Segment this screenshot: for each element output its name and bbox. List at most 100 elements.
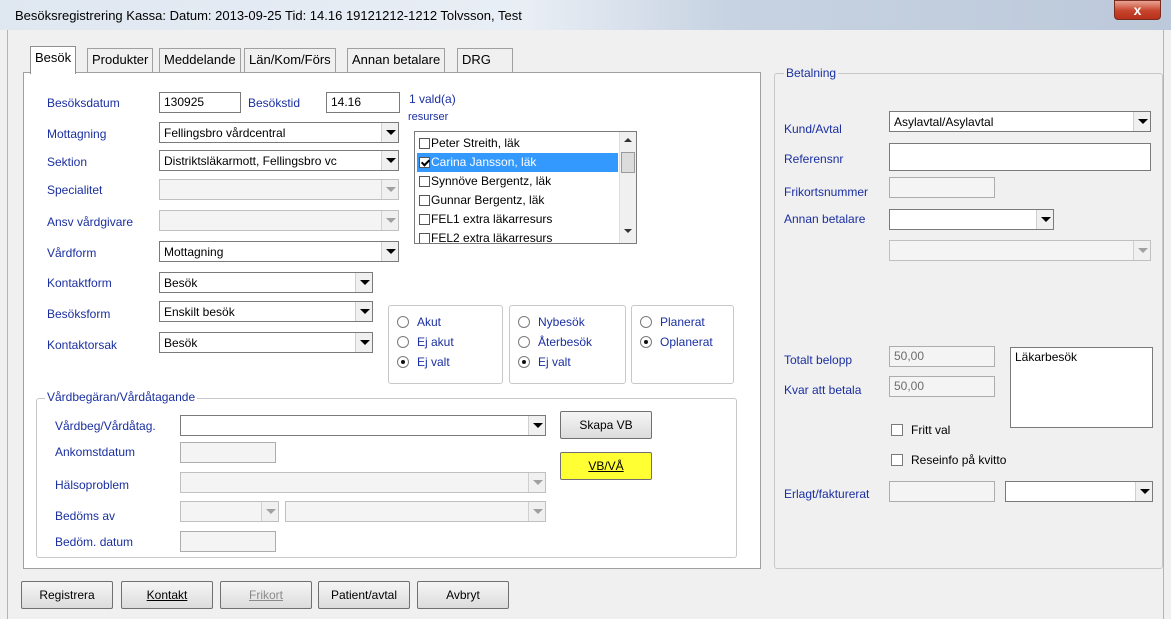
sektion-label: Sektion [47, 155, 88, 169]
dropdown-arrow-icon [528, 473, 545, 492]
radio-oplanerat[interactable]: Oplanerat [640, 335, 713, 349]
halsoproblem-select [180, 472, 546, 493]
patient-avtal-button[interactable]: Patient/avtal [318, 581, 410, 609]
radio-ej-valt-besok[interactable]: Ej valt [518, 355, 571, 369]
resurser-count-label: 1 vald(a) [409, 92, 456, 106]
kontaktorsak-select[interactable]: Besök [159, 332, 373, 353]
kontaktform-label: Kontaktform [47, 276, 112, 290]
dropdown-arrow-icon[interactable] [1036, 210, 1053, 229]
dropdown-arrow-icon[interactable] [355, 273, 372, 292]
skapa-vb-button[interactable]: Skapa VB [560, 411, 652, 439]
ankomstdatum-label: Ankomstdatum [55, 445, 136, 459]
kvitto-note-textarea[interactable]: Läkarbesök [1010, 347, 1153, 428]
dropdown-arrow-icon[interactable] [355, 333, 372, 352]
radio-icon[interactable] [518, 336, 530, 348]
radio-selected-icon[interactable] [640, 336, 652, 348]
checkbox-icon[interactable] [891, 424, 903, 436]
dropdown-arrow-icon [381, 211, 398, 230]
besoksdatum-input[interactable]: 130925 [159, 92, 241, 113]
resource-item[interactable]: Gunnar Bergentz, läk [417, 191, 618, 210]
vardbeg-label: Vårdbeg/Vårdåtag. [55, 419, 156, 433]
referensnr-input[interactable] [889, 143, 1151, 171]
kontaktform-select[interactable]: Besök [159, 272, 373, 293]
radio-icon[interactable] [397, 336, 409, 348]
besoksform-select[interactable]: Enskilt besök [159, 301, 373, 322]
besokstid-input[interactable]: 14.16 [326, 92, 400, 113]
dropdown-arrow-icon[interactable] [1133, 112, 1150, 131]
tab-lan-kom-fors[interactable]: Län/Kom/Förs [244, 48, 336, 72]
vardform-select[interactable]: Mottagning [159, 241, 399, 262]
scroll-thumb[interactable] [621, 152, 635, 173]
mottagning-label: Mottagning [47, 127, 107, 141]
radio-planerat[interactable]: Planerat [640, 315, 705, 329]
radio-icon[interactable] [397, 316, 409, 328]
vardbegaran-title: Vårdbegäran/Vårdåtagande [45, 390, 198, 404]
scroll-up-icon[interactable] [624, 138, 632, 142]
resource-label: FEL1 extra läkarresurs [431, 212, 553, 226]
checkbox-icon[interactable] [419, 233, 430, 243]
tab-drg[interactable]: DRG [457, 48, 513, 72]
radio-ej-akut[interactable]: Ej akut [397, 335, 454, 349]
resource-item[interactable]: Synnöve Bergentz, läk [417, 172, 618, 191]
radio-icon[interactable] [518, 316, 530, 328]
checkbox-icon[interactable] [419, 138, 430, 149]
referensnr-label: Referensnr [784, 152, 844, 166]
resurser-listbox[interactable]: Peter Streith, läk Carina Jansson, läk S… [414, 131, 637, 244]
resource-item[interactable]: FEL2 extra läkarresurs [417, 229, 618, 244]
reseinfo-checkbox[interactable]: Reseinfo på kvitto [891, 453, 1006, 467]
kontakt-button[interactable]: Kontakt [121, 581, 213, 609]
radio-selected-icon[interactable] [518, 356, 530, 368]
tab-besok[interactable]: Besök [30, 46, 77, 74]
mottagning-select[interactable]: Fellingsbro vårdcentral [159, 122, 399, 143]
bedoms-av-label: Bedöms av [55, 509, 116, 523]
kund-avtal-select[interactable]: Asylavtal/Asylavtal [889, 111, 1151, 132]
annan-betalare-select[interactable] [889, 209, 1054, 230]
dropdown-arrow-icon[interactable] [381, 242, 398, 261]
checkbox-icon[interactable] [419, 176, 430, 187]
radio-label: Ej valt [538, 355, 571, 369]
radio-nybesok[interactable]: Nybesök [518, 315, 585, 329]
dropdown-arrow-icon [381, 180, 398, 199]
radio-icon[interactable] [640, 316, 652, 328]
listbox-scrollbar[interactable] [619, 132, 636, 243]
dropdown-arrow-icon[interactable] [528, 416, 545, 435]
besokstid-label: Besökstid [248, 96, 301, 110]
resource-item[interactable]: Peter Streith, läk [417, 134, 618, 153]
dropdown-arrow-icon[interactable] [381, 123, 398, 142]
radio-ej-valt-akut[interactable]: Ej valt [397, 355, 450, 369]
registrera-button[interactable]: Registrera [21, 581, 113, 609]
checkbox-icon[interactable] [419, 214, 430, 225]
fritt-val-checkbox[interactable]: Fritt val [891, 423, 950, 437]
sektion-select[interactable]: Distriktsläkarmott, Fellingsbro vc [159, 150, 399, 171]
totalt-belopp-input: 50,00 [889, 346, 995, 367]
resource-item[interactable]: Carina Jansson, läk [417, 153, 618, 172]
tab-meddelande[interactable]: Meddelande [159, 48, 241, 72]
vb-va-button[interactable]: VB/VÅ [560, 452, 652, 480]
sektion-value: Distriktsläkarmott, Fellingsbro vc [164, 154, 337, 168]
radio-selected-icon[interactable] [397, 356, 409, 368]
annan-betalare-detail-select [889, 240, 1151, 261]
bedom-datum-input [180, 531, 276, 552]
checkbox-icon[interactable] [891, 454, 903, 466]
radio-aterbesok[interactable]: Återbesök [518, 335, 592, 349]
dropdown-arrow-icon[interactable] [1135, 482, 1152, 501]
vardbeg-select[interactable] [180, 415, 546, 436]
dropdown-arrow-icon[interactable] [355, 302, 372, 321]
close-button[interactable]: x [1114, 0, 1161, 20]
dropdown-arrow-icon [1133, 241, 1150, 260]
mottagning-value: Fellingsbro vårdcentral [164, 126, 286, 140]
checkbox-icon[interactable] [419, 195, 430, 206]
resource-item[interactable]: FEL1 extra läkarresurs [417, 210, 618, 229]
dropdown-arrow-icon[interactable] [381, 151, 398, 170]
vb-va-label: VB/VÅ [588, 459, 624, 473]
checkbox-checked-icon[interactable] [419, 157, 430, 168]
erlagt-fakturerat-select[interactable] [1005, 481, 1153, 502]
radio-akut[interactable]: Akut [397, 315, 441, 329]
window-title: Besöksregistrering Kassa: Datum: 2013-09… [15, 8, 522, 23]
tab-annan-betalare[interactable]: Annan betalare [347, 48, 446, 72]
avbryt-button[interactable]: Avbryt [417, 581, 509, 609]
title-bar: Besöksregistrering Kassa: Datum: 2013-09… [0, 0, 1171, 30]
resource-label: FEL2 extra läkarresurs [431, 231, 553, 244]
scroll-down-icon[interactable] [624, 229, 632, 233]
tab-produkter[interactable]: Produkter [87, 48, 154, 72]
